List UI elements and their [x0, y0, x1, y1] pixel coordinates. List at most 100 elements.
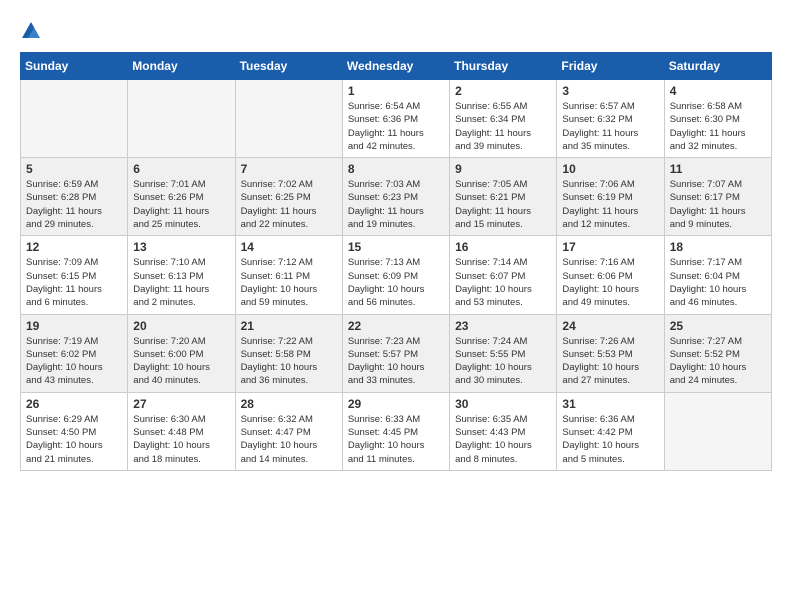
day-number: 2 [455, 84, 551, 98]
day-info: Sunrise: 7:06 AM Sunset: 6:19 PM Dayligh… [562, 178, 658, 231]
week-row-5: 26Sunrise: 6:29 AM Sunset: 4:50 PM Dayli… [21, 392, 772, 470]
day-number: 28 [241, 397, 337, 411]
calendar-cell-3-2: 13Sunrise: 7:10 AM Sunset: 6:13 PM Dayli… [128, 236, 235, 314]
day-number: 8 [348, 162, 444, 176]
day-number: 31 [562, 397, 658, 411]
calendar-cell-3-1: 12Sunrise: 7:09 AM Sunset: 6:15 PM Dayli… [21, 236, 128, 314]
day-number: 19 [26, 319, 122, 333]
day-info: Sunrise: 7:24 AM Sunset: 5:55 PM Dayligh… [455, 335, 551, 388]
calendar-cell-1-5: 2Sunrise: 6:55 AM Sunset: 6:34 PM Daylig… [450, 80, 557, 158]
day-number: 27 [133, 397, 229, 411]
day-number: 29 [348, 397, 444, 411]
calendar-cell-5-1: 26Sunrise: 6:29 AM Sunset: 4:50 PM Dayli… [21, 392, 128, 470]
page: SundayMondayTuesdayWednesdayThursdayFrid… [0, 0, 792, 481]
day-number: 3 [562, 84, 658, 98]
calendar-cell-5-7 [664, 392, 771, 470]
day-number: 6 [133, 162, 229, 176]
day-number: 26 [26, 397, 122, 411]
day-number: 12 [26, 240, 122, 254]
calendar-cell-5-6: 31Sunrise: 6:36 AM Sunset: 4:42 PM Dayli… [557, 392, 664, 470]
calendar-cell-3-6: 17Sunrise: 7:16 AM Sunset: 6:06 PM Dayli… [557, 236, 664, 314]
week-row-2: 5Sunrise: 6:59 AM Sunset: 6:28 PM Daylig… [21, 158, 772, 236]
calendar-cell-4-1: 19 Sunrise: 7:19 AM Sunset: 6:02 PM Dayli… [21, 314, 128, 392]
calendar-cell-2-1: 5Sunrise: 6:59 AM Sunset: 6:28 PM Daylig… [21, 158, 128, 236]
day-info: Sunrise: 7:12 AM Sunset: 6:11 PM Dayligh… [241, 256, 337, 309]
day-info: Sunrise: 6:32 AM Sunset: 4:47 PM Dayligh… [241, 413, 337, 466]
day-info: Sunrise: 7:20 AM Sunset: 6:00 PM Dayligh… [133, 335, 229, 388]
calendar-cell-3-3: 14 Sunrise: 7:12 AM Sunset: 6:11 PM Dayli… [235, 236, 342, 314]
day-number: 7 [241, 162, 337, 176]
calendar-cell-4-7: 25Sunrise: 7:27 AM Sunset: 5:52 PM Dayli… [664, 314, 771, 392]
logo-icon [20, 20, 42, 42]
calendar-cell-2-4: 8 Sunrise: 7:03 AM Sunset: 6:23 PM Daylig… [342, 158, 449, 236]
calendar-cell-4-4: 22 Sunrise: 7:23 AM Sunset: 5:57 PM Dayli… [342, 314, 449, 392]
week-row-3: 12Sunrise: 7:09 AM Sunset: 6:15 PM Dayli… [21, 236, 772, 314]
day-number: 30 [455, 397, 551, 411]
calendar-cell-1-2 [128, 80, 235, 158]
day-info: Sunrise: 7:13 AM Sunset: 6:09 PM Dayligh… [348, 256, 444, 309]
day-info: Sunrise: 6:33 AM Sunset: 4:45 PM Dayligh… [348, 413, 444, 466]
calendar-cell-4-5: 23 Sunrise: 7:24 AM Sunset: 5:55 PM Dayli… [450, 314, 557, 392]
calendar: SundayMondayTuesdayWednesdayThursdayFrid… [20, 52, 772, 471]
calendar-cell-4-6: 24 Sunrise: 7:26 AM Sunset: 5:53 PM Dayli… [557, 314, 664, 392]
day-number: 15 [348, 240, 444, 254]
day-info: Sunrise: 7:27 AM Sunset: 5:52 PM Dayligh… [670, 335, 766, 388]
calendar-cell-1-4: 1 Sunrise: 6:54 AM Sunset: 6:36 PM Daylig… [342, 80, 449, 158]
weekday-header-row: SundayMondayTuesdayWednesdayThursdayFrid… [21, 53, 772, 80]
weekday-header-tuesday: Tuesday [235, 53, 342, 80]
day-info: Sunrise: 6:35 AM Sunset: 4:43 PM Dayligh… [455, 413, 551, 466]
calendar-cell-1-3 [235, 80, 342, 158]
day-number: 22 [348, 319, 444, 333]
day-number: 9 [455, 162, 551, 176]
calendar-cell-1-1 [21, 80, 128, 158]
day-number: 1 [348, 84, 444, 98]
calendar-cell-2-5: 9 Sunrise: 7:05 AM Sunset: 6:21 PM Daylig… [450, 158, 557, 236]
weekday-header-monday: Monday [128, 53, 235, 80]
day-number: 21 [241, 319, 337, 333]
day-info: Sunrise: 7:02 AM Sunset: 6:25 PM Dayligh… [241, 178, 337, 231]
day-number: 23 [455, 319, 551, 333]
day-info: Sunrise: 6:57 AM Sunset: 6:32 PM Dayligh… [562, 100, 658, 153]
day-info: Sunrise: 7:19 AM Sunset: 6:02 PM Dayligh… [26, 335, 122, 388]
day-number: 24 [562, 319, 658, 333]
day-info: Sunrise: 6:54 AM Sunset: 6:36 PM Dayligh… [348, 100, 444, 153]
weekday-header-sunday: Sunday [21, 53, 128, 80]
day-info: Sunrise: 7:05 AM Sunset: 6:21 PM Dayligh… [455, 178, 551, 231]
calendar-cell-5-2: 27 Sunrise: 6:30 AM Sunset: 4:48 PM Dayli… [128, 392, 235, 470]
calendar-cell-1-7: 4 Sunrise: 6:58 AM Sunset: 6:30 PM Daylig… [664, 80, 771, 158]
day-number: 14 [241, 240, 337, 254]
day-info: Sunrise: 7:03 AM Sunset: 6:23 PM Dayligh… [348, 178, 444, 231]
calendar-cell-2-3: 7 Sunrise: 7:02 AM Sunset: 6:25 PM Daylig… [235, 158, 342, 236]
day-info: Sunrise: 6:58 AM Sunset: 6:30 PM Dayligh… [670, 100, 766, 153]
header [20, 20, 772, 42]
calendar-cell-4-3: 21Sunrise: 7:22 AM Sunset: 5:58 PM Dayli… [235, 314, 342, 392]
day-info: Sunrise: 7:07 AM Sunset: 6:17 PM Dayligh… [670, 178, 766, 231]
calendar-cell-3-4: 15 Sunrise: 7:13 AM Sunset: 6:09 PM Dayli… [342, 236, 449, 314]
calendar-cell-2-6: 10Sunrise: 7:06 AM Sunset: 6:19 PM Dayli… [557, 158, 664, 236]
calendar-cell-3-7: 18Sunrise: 7:17 AM Sunset: 6:04 PM Dayli… [664, 236, 771, 314]
day-info: Sunrise: 7:10 AM Sunset: 6:13 PM Dayligh… [133, 256, 229, 309]
day-number: 20 [133, 319, 229, 333]
calendar-cell-5-5: 30 Sunrise: 6:35 AM Sunset: 4:43 PM Dayli… [450, 392, 557, 470]
day-info: Sunrise: 7:23 AM Sunset: 5:57 PM Dayligh… [348, 335, 444, 388]
calendar-cell-5-3: 28 Sunrise: 6:32 AM Sunset: 4:47 PM Dayli… [235, 392, 342, 470]
day-number: 11 [670, 162, 766, 176]
day-info: Sunrise: 7:14 AM Sunset: 6:07 PM Dayligh… [455, 256, 551, 309]
weekday-header-thursday: Thursday [450, 53, 557, 80]
day-info: Sunrise: 7:01 AM Sunset: 6:26 PM Dayligh… [133, 178, 229, 231]
day-info: Sunrise: 6:30 AM Sunset: 4:48 PM Dayligh… [133, 413, 229, 466]
calendar-cell-3-5: 16 Sunrise: 7:14 AM Sunset: 6:07 PM Dayli… [450, 236, 557, 314]
calendar-cell-1-6: 3 Sunrise: 6:57 AM Sunset: 6:32 PM Daylig… [557, 80, 664, 158]
calendar-cell-2-2: 6 Sunrise: 7:01 AM Sunset: 6:26 PM Daylig… [128, 158, 235, 236]
day-number: 4 [670, 84, 766, 98]
weekday-header-saturday: Saturday [664, 53, 771, 80]
day-info: Sunrise: 7:26 AM Sunset: 5:53 PM Dayligh… [562, 335, 658, 388]
weekday-header-wednesday: Wednesday [342, 53, 449, 80]
week-row-4: 19 Sunrise: 7:19 AM Sunset: 6:02 PM Dayli… [21, 314, 772, 392]
day-number: 17 [562, 240, 658, 254]
calendar-cell-4-2: 20 Sunrise: 7:20 AM Sunset: 6:00 PM Dayli… [128, 314, 235, 392]
logo [20, 20, 46, 42]
day-number: 16 [455, 240, 551, 254]
day-number: 5 [26, 162, 122, 176]
day-info: Sunrise: 7:17 AM Sunset: 6:04 PM Dayligh… [670, 256, 766, 309]
